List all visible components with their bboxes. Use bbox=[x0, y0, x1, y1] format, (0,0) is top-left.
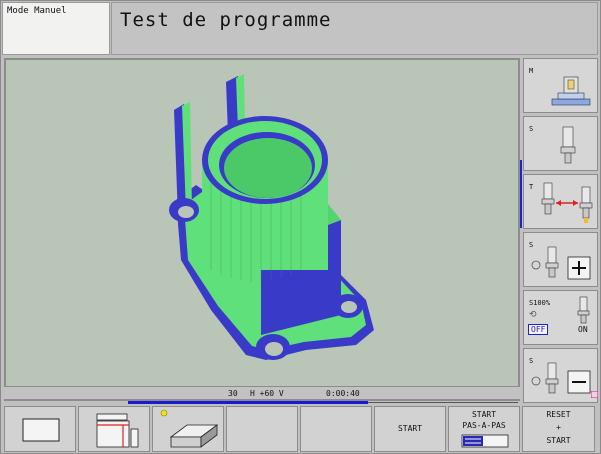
workpiece-3d-icon bbox=[160, 409, 219, 448]
spindle-plus-icon bbox=[531, 246, 591, 280]
softkey-label: S100% bbox=[529, 299, 551, 307]
start-single-step-button[interactable]: START PAS-A-PAS bbox=[448, 406, 520, 452]
softkey-spindle-plus[interactable]: S bbox=[523, 232, 598, 287]
time-value: 0:00:40 bbox=[326, 389, 360, 398]
operating-mode: Mode Manuel bbox=[2, 2, 110, 55]
title-label: Test de programme bbox=[120, 9, 332, 31]
status-lamp-icon bbox=[591, 391, 598, 398]
spindle-minus-icon bbox=[531, 362, 591, 394]
tool-change-icon bbox=[541, 182, 593, 223]
softkey-scroll-indicator bbox=[520, 160, 522, 228]
softkey-empty-2[interactable] bbox=[300, 406, 372, 452]
single-step-icon bbox=[461, 434, 509, 448]
softkey-3d-view[interactable] bbox=[152, 406, 224, 452]
softkey-row-track bbox=[368, 402, 518, 403]
spindle-value: H +60 V bbox=[250, 389, 284, 398]
program-title: Test de programme bbox=[111, 2, 598, 55]
reset-label: RESET bbox=[546, 410, 571, 419]
softkey-spindle-minus[interactable]: S bbox=[523, 348, 598, 403]
softkey-label: M bbox=[529, 67, 534, 75]
off-state: OFF bbox=[528, 324, 549, 335]
plus-label: + bbox=[556, 423, 561, 432]
softkey-spindle[interactable]: S bbox=[523, 116, 598, 171]
softkey-tool-change[interactable]: T bbox=[523, 174, 598, 229]
softkey-spindle-override[interactable]: S100% ⟲ OFF ON bbox=[523, 290, 598, 345]
start-label: START bbox=[471, 410, 497, 419]
start-label: START bbox=[397, 424, 423, 433]
machine-icon bbox=[551, 76, 591, 106]
start-label: START bbox=[546, 436, 571, 445]
softkey-split-view[interactable] bbox=[78, 406, 150, 452]
on-state: ON bbox=[578, 325, 588, 334]
workpiece-3d-view bbox=[169, 74, 374, 360]
softkey-label: T bbox=[529, 183, 534, 191]
softkey-window-view[interactable] bbox=[4, 406, 76, 452]
window-icon bbox=[22, 418, 60, 442]
softkey-row-indicator bbox=[128, 401, 368, 404]
softkey-m-function[interactable]: M bbox=[523, 58, 598, 113]
rotation-icon: ⟲ bbox=[529, 310, 537, 320]
softkey-empty-1[interactable] bbox=[226, 406, 298, 452]
reset-start-button[interactable]: RESET + START bbox=[522, 406, 595, 452]
split-view-icon bbox=[96, 413, 139, 448]
softkey-label: S bbox=[529, 125, 534, 133]
feed-value: 30 bbox=[228, 389, 238, 398]
spindle-override-icon bbox=[577, 296, 590, 324]
spindle-tool-icon bbox=[560, 126, 576, 164]
single-step-label: PAS-A-PAS bbox=[462, 421, 506, 430]
mode-label: Mode Manuel bbox=[7, 6, 67, 16]
start-button[interactable]: START bbox=[374, 406, 446, 452]
simulation-viewport[interactable] bbox=[4, 58, 520, 401]
status-line: 30 H +60 V 0:00:40 bbox=[4, 386, 520, 399]
